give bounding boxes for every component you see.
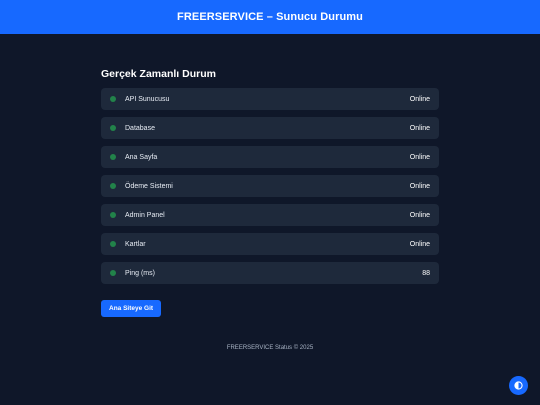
ping-value: 88 bbox=[422, 269, 430, 277]
theme-toggle-button[interactable] bbox=[509, 376, 528, 395]
page-title: FREERSERVICE – Sunucu Durumu bbox=[177, 11, 363, 23]
status-row-cards: Kartlar Online bbox=[101, 233, 439, 255]
status-indicator-icon bbox=[110, 241, 116, 247]
home-site-button[interactable]: Ana Siteye Git bbox=[101, 300, 162, 317]
service-status: Online bbox=[409, 240, 430, 248]
status-list: API Sunucusu Online Database Online Ana … bbox=[101, 88, 439, 291]
status-row-admin: Admin Panel Online bbox=[101, 204, 439, 226]
status-row-homepage: Ana Sayfa Online bbox=[101, 146, 439, 168]
service-status: Online bbox=[409, 153, 430, 161]
status-row-database: Database Online bbox=[101, 117, 439, 139]
service-name: Ödeme Sistemi bbox=[125, 182, 173, 190]
section-title: Gerçek Zamanlı Durum bbox=[101, 68, 216, 80]
status-indicator-icon bbox=[110, 183, 116, 189]
status-indicator-icon bbox=[110, 125, 116, 131]
status-indicator-icon bbox=[110, 212, 116, 218]
status-panel: Gerçek Zamanlı Durum API Sunucusu Online… bbox=[101, 67, 439, 317]
service-name: Kartlar bbox=[125, 240, 146, 248]
service-status: Online bbox=[409, 95, 430, 103]
footer-text: FREERSERVICE Status © 2025 bbox=[226, 345, 314, 351]
service-status: Online bbox=[409, 211, 430, 219]
service-status: Online bbox=[409, 182, 430, 190]
service-name: API Sunucusu bbox=[125, 95, 170, 103]
status-row-ping: Ping (ms) 88 bbox=[101, 262, 439, 284]
status-row-api: API Sunucusu Online bbox=[101, 88, 439, 110]
service-name: Ana Sayfa bbox=[125, 153, 158, 161]
top-header: FREERSERVICE – Sunucu Durumu bbox=[0, 0, 540, 34]
service-name: Ping (ms) bbox=[125, 269, 155, 277]
service-status: Online bbox=[409, 124, 430, 132]
status-indicator-icon bbox=[110, 270, 116, 276]
service-name: Admin Panel bbox=[125, 211, 165, 219]
status-row-payment: Ödeme Sistemi Online bbox=[101, 175, 439, 197]
status-indicator-icon bbox=[110, 154, 116, 160]
service-name: Database bbox=[125, 124, 155, 132]
half-circle-contrast-icon bbox=[514, 381, 523, 390]
status-indicator-icon bbox=[110, 96, 116, 102]
